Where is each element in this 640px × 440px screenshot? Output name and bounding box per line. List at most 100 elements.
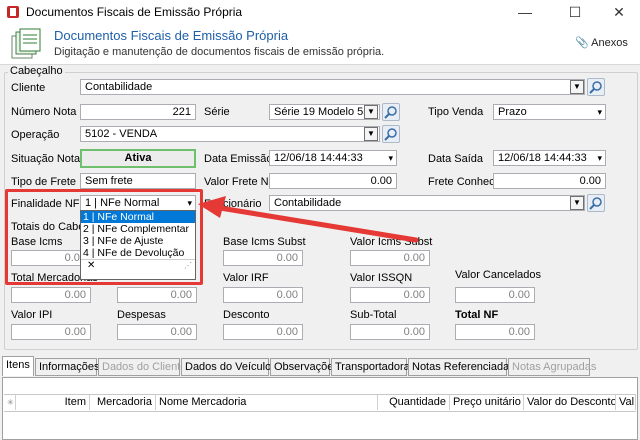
highlight-box — [5, 189, 203, 285]
valor-irf-field[interactable]: 0.00 — [223, 287, 303, 303]
valor-icms-subst-field[interactable]: 0.00 — [350, 250, 430, 266]
sub-total-value: 0.00 — [403, 326, 425, 338]
numero-nota-value: 221 — [172, 106, 191, 118]
tab-dados-veiculo[interactable]: Dados do Veículo — [181, 358, 271, 376]
hidden-total-value: 0.00 — [170, 289, 192, 301]
valor-frete-nf-value: 0.00 — [370, 175, 392, 187]
valor-ipi-value: 0.00 — [64, 326, 86, 338]
sub-total-field[interactable]: 0.00 — [350, 324, 430, 340]
tab-observacoes[interactable]: Observações — [270, 358, 339, 376]
window-title: Documentos Fiscais de Emissão Própria — [26, 5, 243, 19]
valor-irf-label: Valor IRF — [223, 272, 269, 284]
row-indicator-icon: ✳ — [4, 395, 16, 410]
valor-issqn-value: 0.00 — [403, 289, 425, 301]
page-title: Documentos Fiscais de Emissão Própria — [54, 28, 289, 43]
situacao-nota-label: Situação Nota — [11, 153, 81, 165]
data-saida-value: 12/06/18 14:44:33 — [498, 152, 587, 164]
frete-conhec-label: Frete Conhec. — [428, 176, 498, 188]
data-emissao-field[interactable]: 12/06/18 14:44:33 ▾ — [269, 150, 397, 166]
cliente-dropdown-button[interactable]: ▼ — [570, 80, 584, 94]
column-quantidade[interactable]: Quantidade — [378, 395, 450, 410]
base-icms-subst-field[interactable]: 0.00 — [223, 250, 303, 266]
valor-issqn-field[interactable]: 0.00 — [350, 287, 430, 303]
tipo-venda-select[interactable]: Prazo ▾ — [493, 104, 606, 120]
tab-dados-cliente[interactable]: Dados do Cliente — [98, 358, 186, 376]
valor-issqn-label: Valor ISSQN — [350, 272, 413, 284]
serie-search-button[interactable] — [382, 103, 400, 121]
data-saida-field[interactable]: 12/06/18 14:44:33 ▾ — [493, 150, 606, 166]
column-mercadoria[interactable]: Mercadoria — [90, 395, 156, 410]
column-valor-desconto[interactable]: Valor do Desconto — [524, 395, 616, 410]
tipo-frete-value: Sem frete — [85, 175, 133, 187]
serie-value: Série 19 Modelo 55 — [274, 106, 370, 118]
cliente-search-button[interactable] — [587, 78, 605, 96]
despesas-field[interactable]: 0.00 — [117, 324, 197, 340]
tab-itens[interactable]: Itens — [2, 356, 34, 376]
minimize-button[interactable]: — — [502, 0, 548, 24]
data-emissao-value: 12/06/18 14:44:33 — [274, 152, 363, 164]
paperclip-icon: 📎 — [575, 37, 589, 49]
page-subtitle: Digitação e manutenção de documentos fis… — [54, 46, 385, 58]
documents-icon — [10, 28, 44, 60]
tab-bar: Itens Informações Dados do Cliente Dados… — [2, 356, 638, 378]
total-nf-field[interactable]: 0.00 — [455, 324, 535, 340]
desconto-field[interactable]: 0.00 — [223, 324, 303, 340]
valor-irf-value: 0.00 — [276, 289, 298, 301]
serie-dropdown-button[interactable]: ▼ — [364, 105, 378, 119]
tab-transportadora[interactable]: Transportadora — [331, 358, 410, 376]
search-icon — [384, 128, 397, 141]
column-nome-mercadoria[interactable]: Nome Mercadoria — [156, 395, 378, 410]
despesas-value: 0.00 — [170, 326, 192, 338]
total-nf-label: Total NF — [455, 309, 499, 321]
column-preco-unitario[interactable]: Preço unitário — [450, 395, 524, 410]
total-nf-value: 0.00 — [508, 326, 530, 338]
hidden-total-field[interactable]: 0.00 — [117, 287, 197, 303]
anexos-button[interactable]: 📎 Anexos — [575, 36, 628, 49]
cliente-label: Cliente — [11, 82, 46, 94]
valor-icms-subst-value: 0.00 — [403, 252, 425, 264]
data-emissao-label: Data Emissão — [204, 153, 273, 165]
sub-total-label: Sub-Total — [350, 309, 397, 321]
operacao-value: 5102 - VENDA — [85, 128, 158, 140]
maximize-button[interactable]: ☐ — [552, 0, 598, 24]
column-val[interactable]: Val — [616, 395, 636, 410]
funcionario-dropdown-button[interactable]: ▼ — [570, 196, 584, 210]
chevron-down-icon: ▾ — [388, 153, 393, 163]
search-icon — [384, 106, 397, 119]
data-saida-label: Data Saída — [428, 153, 484, 165]
tipo-frete-select[interactable]: Sem frete — [80, 173, 196, 189]
base-icms-subst-value: 0.00 — [276, 252, 298, 264]
operacao-select[interactable]: 5102 - VENDA — [80, 126, 380, 142]
close-button[interactable]: ✕ — [596, 0, 640, 24]
tipo-venda-label: Tipo Venda — [428, 106, 484, 118]
valor-ipi-field[interactable]: 0.00 — [11, 324, 91, 340]
despesas-label: Despesas — [117, 309, 166, 321]
valor-cancelados-field[interactable]: 0.00 — [455, 287, 535, 303]
numero-nota-field[interactable]: 221 — [80, 104, 196, 120]
frete-conhec-field[interactable]: 0.00 — [493, 173, 606, 189]
items-grid-header: ✳ Item Mercadoria Nome Mercadoria Quanti… — [4, 394, 636, 412]
column-item[interactable]: Item — [16, 395, 90, 410]
operacao-dropdown-button[interactable]: ▼ — [364, 127, 378, 141]
cabecalho-label: Cabeçalho — [8, 65, 65, 77]
situacao-nota-button[interactable]: Ativa — [80, 149, 196, 168]
tab-informacoes[interactable]: Informações — [35, 358, 100, 376]
cliente-value: Contabilidade — [85, 81, 153, 93]
annotation-arrow-icon — [198, 196, 419, 243]
tab-notas-agrupadas[interactable]: Notas Agrupadas — [508, 358, 596, 376]
valor-frete-nf-field[interactable]: 0.00 — [269, 173, 397, 189]
valor-frete-nf-label: Valor Frete NF — [204, 176, 276, 188]
funcionario-search-button[interactable] — [587, 194, 605, 212]
tab-notas-referenciadas[interactable]: Notas Referenciadas — [408, 358, 515, 376]
chevron-down-icon: ▾ — [597, 153, 602, 163]
total-mercadorias-field[interactable]: 0.00 — [11, 287, 91, 303]
operacao-search-button[interactable] — [382, 125, 400, 143]
cliente-field[interactable]: Contabilidade — [80, 79, 585, 95]
page-header: Documentos Fiscais de Emissão Própria Di… — [0, 24, 640, 65]
valor-cancelados-value: 0.00 — [508, 289, 530, 301]
desconto-label: Desconto — [223, 309, 270, 321]
tipo-frete-label: Tipo de Frete — [11, 176, 77, 188]
chevron-down-icon: ▾ — [597, 107, 602, 117]
tipo-venda-value: Prazo — [498, 106, 527, 118]
numero-nota-label: Número Nota — [11, 106, 77, 118]
